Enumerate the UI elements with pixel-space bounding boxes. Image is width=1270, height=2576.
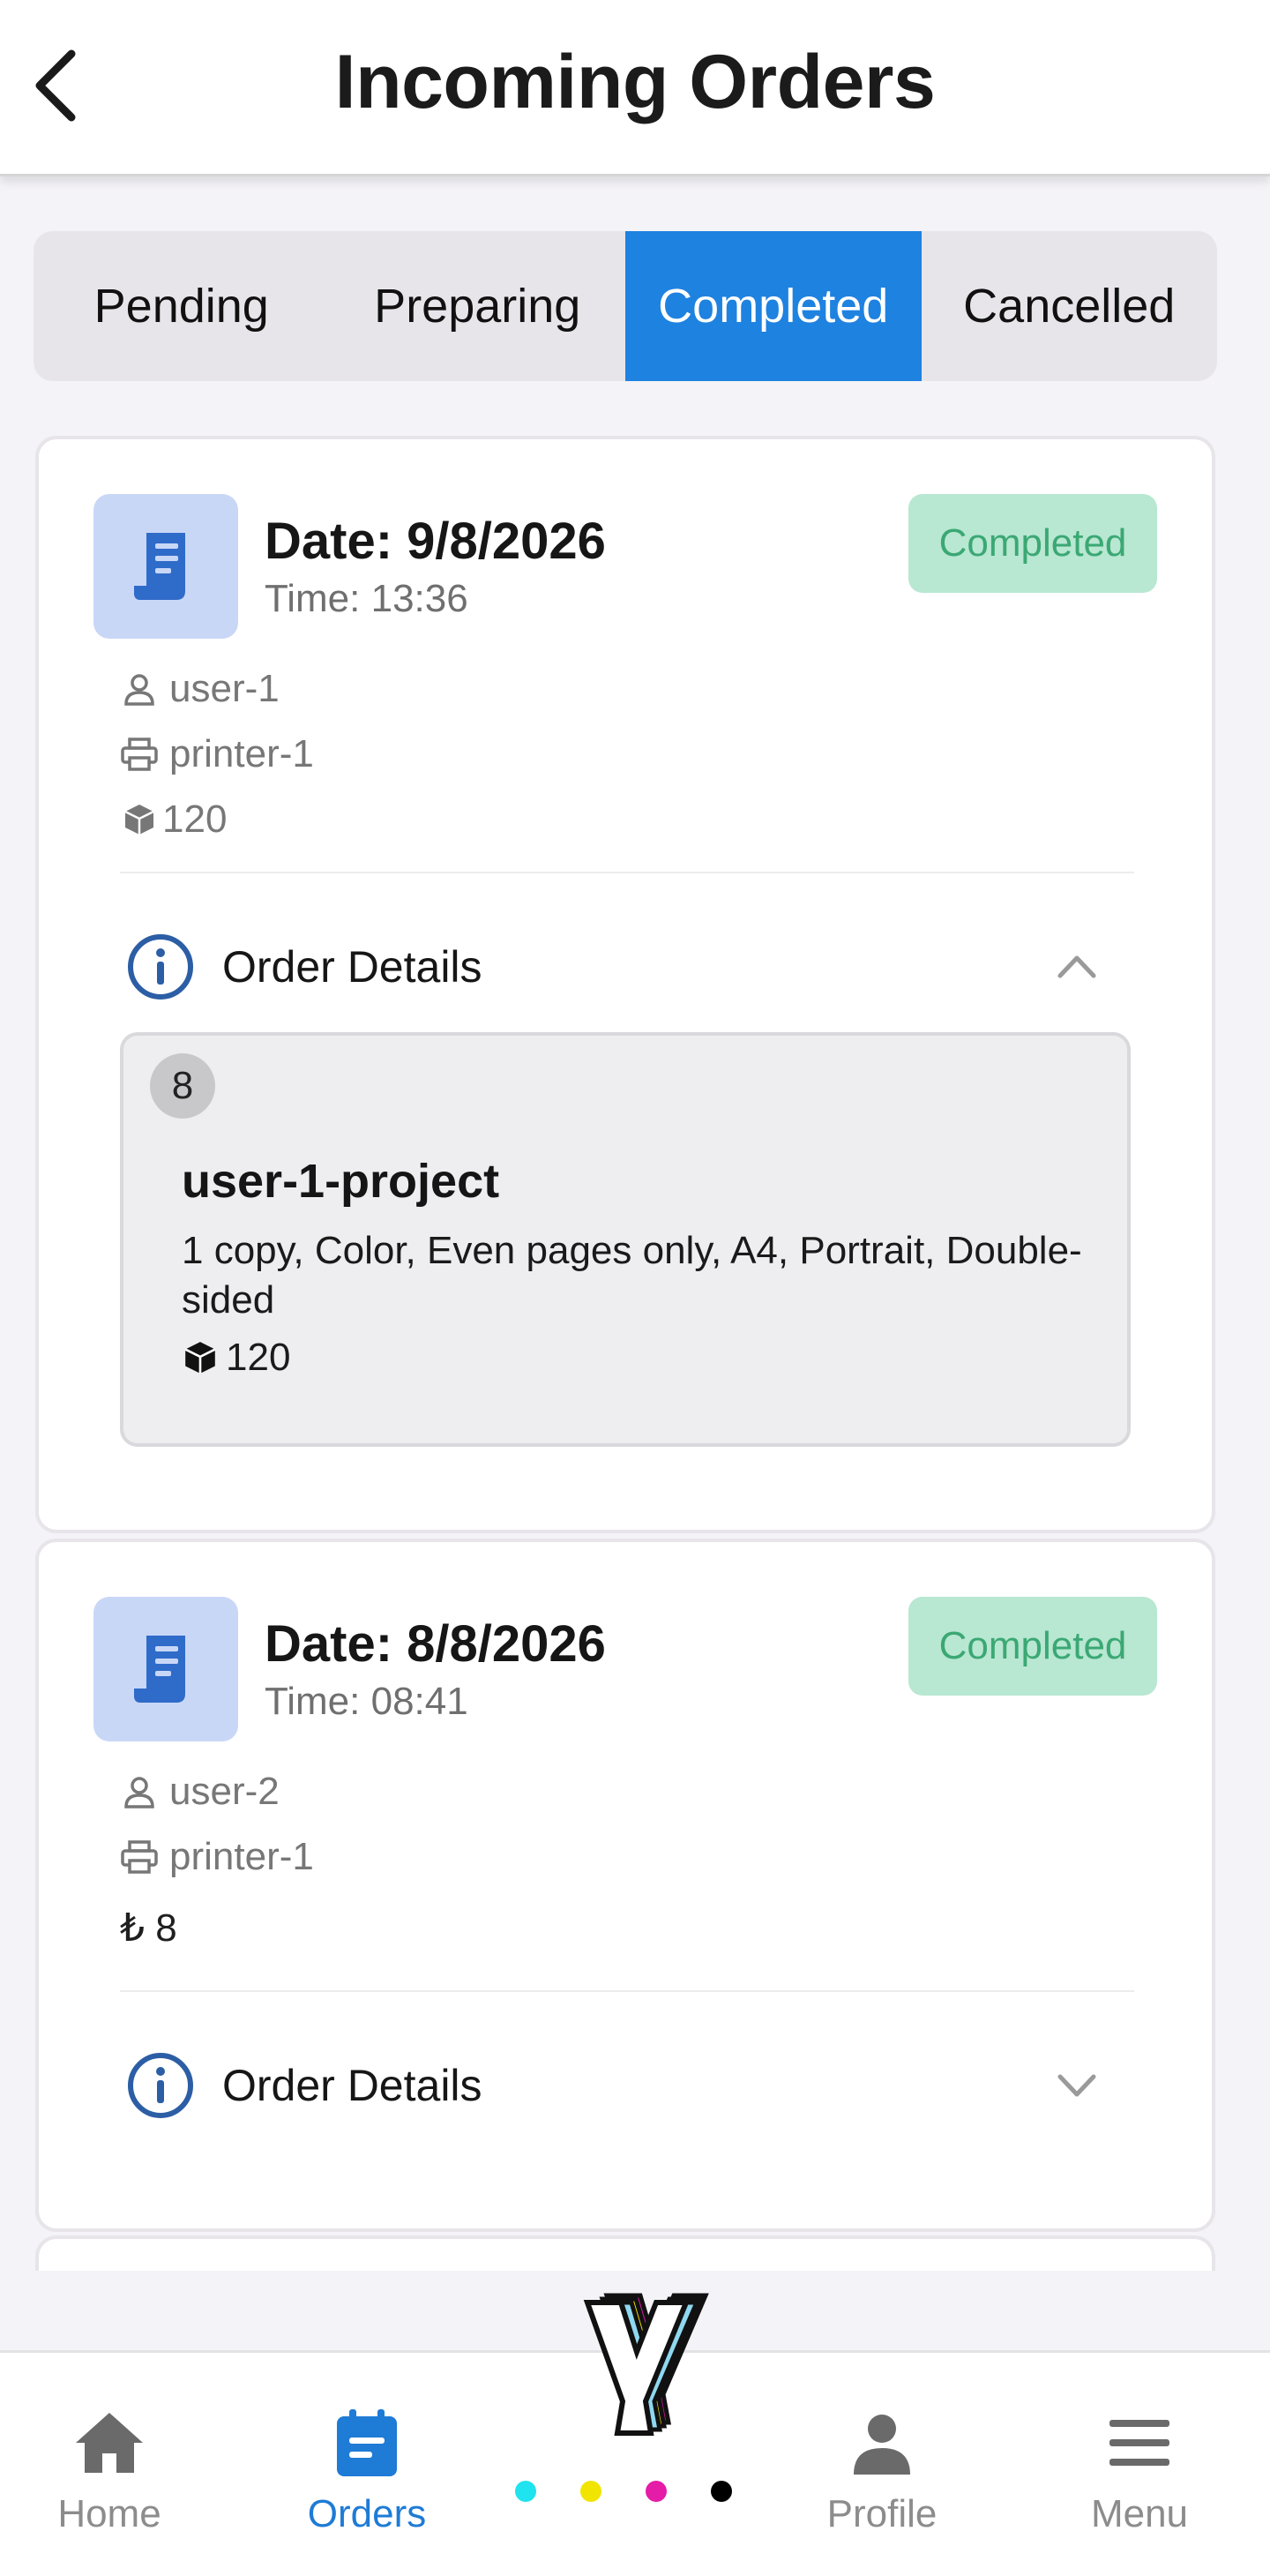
- menu-icon: [1109, 2420, 1169, 2466]
- tab-pending[interactable]: Pending: [34, 231, 330, 381]
- cyan-dot: [515, 2481, 536, 2502]
- item-price-label: 120: [226, 1336, 291, 1379]
- tab-cancelled[interactable]: Cancelled: [922, 231, 1218, 381]
- order-card: Date: 9/8/2026 Time: 13:36 Completed use…: [35, 436, 1215, 1533]
- divider: [120, 872, 1134, 873]
- page-title: Incoming Orders: [334, 40, 936, 124]
- order-amount: 120: [120, 798, 227, 842]
- divider: [120, 1990, 1134, 1992]
- profile-icon: [854, 2415, 910, 2475]
- receipt-icon-tile: [93, 494, 238, 639]
- home-icon: [76, 2413, 143, 2473]
- yellow-dot: [580, 2481, 601, 2502]
- user-label: user-2: [169, 1770, 280, 1813]
- cube-icon: [184, 1342, 216, 1374]
- info-icon: [128, 934, 193, 1000]
- receipt-icon: [134, 1636, 185, 1703]
- status-tabs: Pending Preparing Completed Cancelled: [34, 231, 1217, 381]
- nav-profile[interactable]: Profile: [794, 2406, 970, 2536]
- chevron-down-icon: [1057, 2074, 1096, 2097]
- quantity-badge: 8: [150, 1053, 215, 1119]
- logo-y-icon: [515, 2293, 732, 2502]
- user-label: user-1: [169, 667, 280, 710]
- nav-home-label: Home: [57, 2492, 161, 2535]
- printer-label: printer-1: [169, 732, 314, 775]
- cube-icon: [120, 800, 159, 839]
- order-time: Time: 08:41: [265, 1680, 468, 1723]
- magenta-dot: [646, 2481, 667, 2502]
- order-user: user-2: [120, 1770, 280, 1814]
- nav-home[interactable]: Home: [21, 2406, 198, 2536]
- chevron-up-icon: [1057, 955, 1096, 978]
- order-card: Date: 8/8/2026 Time: 08:41 Completed use…: [35, 1539, 1215, 2232]
- order-details-label: Order Details: [222, 2061, 482, 2110]
- amount-label: ₺ 8: [120, 1906, 177, 1950]
- nav-profile-label: Profile: [826, 2492, 938, 2535]
- brand-logo[interactable]: [494, 2276, 776, 2505]
- receipt-icon: [134, 533, 185, 600]
- nav-orders[interactable]: Orders: [279, 2406, 455, 2536]
- order-details-toggle[interactable]: Order Details: [120, 923, 1134, 1011]
- order-date: Date: 8/8/2026: [265, 1615, 606, 1673]
- amount-label: 120: [162, 798, 228, 841]
- order-printer: printer-1: [120, 1835, 314, 1879]
- item-price: 120: [182, 1336, 290, 1380]
- order-item: 8 user-1-project 1 copy, Color, Even pag…: [120, 1032, 1131, 1447]
- status-badge: Completed: [908, 1597, 1157, 1696]
- status-badge: Completed: [908, 494, 1157, 593]
- tab-preparing[interactable]: Preparing: [330, 231, 626, 381]
- receipt-icon-tile: [93, 1597, 238, 1741]
- app-header: Incoming Orders: [0, 0, 1270, 176]
- order-user: user-1: [120, 667, 280, 711]
- orders-icon: [337, 2409, 397, 2476]
- order-printer: printer-1: [120, 732, 314, 776]
- order-amount: ₺ 8: [120, 1906, 177, 1951]
- printer-icon: [120, 735, 159, 774]
- user-icon: [120, 1772, 159, 1811]
- printer-label: printer-1: [169, 1835, 314, 1878]
- nav-orders-label: Orders: [307, 2492, 427, 2535]
- item-description: 1 copy, Color, Even pages only, A4, Port…: [182, 1229, 1082, 1322]
- nav-menu-label: Menu: [1090, 2492, 1189, 2535]
- order-time: Time: 13:36: [265, 577, 468, 620]
- black-dot: [711, 2481, 732, 2502]
- user-icon: [120, 670, 159, 708]
- item-title: user-1-project: [182, 1155, 500, 1208]
- info-icon: [128, 2053, 193, 2118]
- order-date: Date: 9/8/2026: [265, 513, 606, 570]
- printer-icon: [120, 1838, 159, 1876]
- order-details-toggle[interactable]: Order Details: [120, 2041, 1134, 2130]
- order-details-label: Order Details: [222, 942, 482, 992]
- order-card-partial: [35, 2235, 1215, 2271]
- tab-completed[interactable]: Completed: [625, 231, 922, 381]
- nav-menu[interactable]: Menu: [1051, 2406, 1228, 2536]
